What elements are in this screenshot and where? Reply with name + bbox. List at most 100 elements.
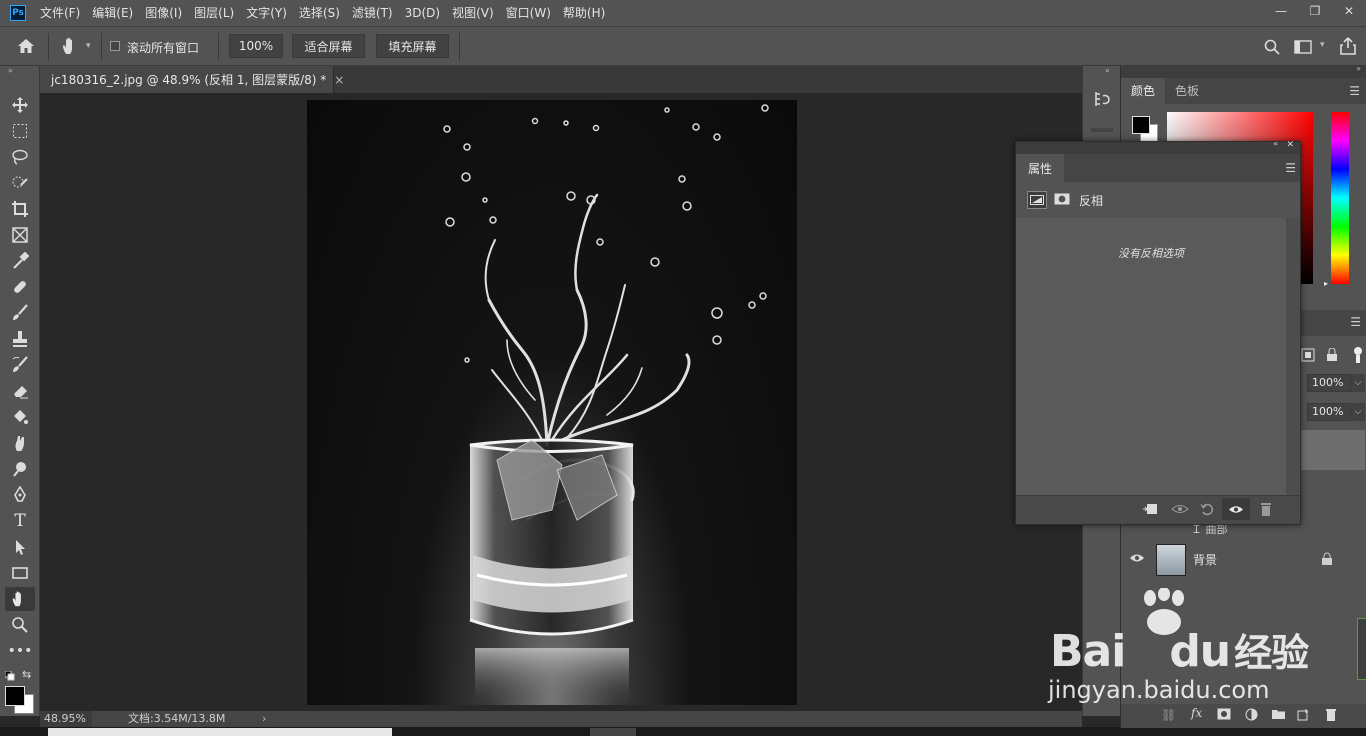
restore-button[interactable]: ❐ [1298, 0, 1332, 22]
menu-edit[interactable]: 编辑(E) [86, 0, 139, 26]
fill-input[interactable]: 100% [1307, 403, 1351, 421]
add-mask-icon[interactable] [1217, 708, 1231, 723]
frame-tool-icon[interactable] [5, 223, 35, 247]
collapse-panels-icon[interactable]: » [1356, 64, 1361, 73]
home-icon[interactable] [16, 37, 36, 58]
new-group-icon[interactable] [1271, 708, 1286, 723]
collapse-dock-icon[interactable]: « [1105, 66, 1110, 75]
more-tools-icon[interactable]: ••• [5, 639, 35, 663]
adjustment-invert-icon[interactable] [1027, 191, 1047, 209]
tab-swatches[interactable]: 色板 [1165, 78, 1209, 104]
properties-scrollbar[interactable] [1286, 218, 1300, 495]
fill-slider-thumb-icon[interactable] [1353, 346, 1363, 367]
tab-properties[interactable]: 属性 [1016, 154, 1064, 182]
history-panel-icon[interactable] [1093, 90, 1111, 111]
chevron-down-icon[interactable]: ▾ [86, 41, 91, 51]
hand-tool-preset-icon[interactable] [60, 36, 82, 59]
zoom-level-field[interactable]: 48.95% [40, 711, 92, 727]
menu-image[interactable]: 图像(I) [139, 0, 188, 26]
clip-to-layer-icon[interactable] [1142, 503, 1158, 518]
layer-style-fx-icon[interactable]: fx [1191, 706, 1202, 720]
new-layer-icon[interactable] [1297, 708, 1310, 724]
menu-filter[interactable]: 滤镜(T) [346, 0, 399, 26]
pen-tool-icon[interactable] [5, 483, 35, 507]
lasso-tool-icon[interactable] [5, 145, 35, 169]
rectangle-tool-icon[interactable] [5, 561, 35, 585]
hand-tool-icon[interactable] [5, 587, 35, 611]
fill-dropdown-icon[interactable]: ⌵ [1351, 403, 1365, 421]
collapse-toolbar-icon[interactable]: » [8, 66, 13, 75]
quick-selection-tool-icon[interactable] [5, 171, 35, 195]
layer-mask-icon[interactable] [1054, 193, 1070, 208]
reset-adjustment-icon[interactable] [1200, 502, 1214, 519]
menu-layer[interactable]: 图层(L) [188, 0, 240, 26]
tab-color[interactable]: 颜色 [1121, 78, 1166, 104]
hue-slider[interactable] [1331, 112, 1349, 284]
crop-tool-icon[interactable] [5, 197, 35, 221]
zoom-tool-icon[interactable] [5, 613, 35, 637]
delete-adjustment-icon[interactable] [1260, 502, 1272, 519]
eyedropper-tool-icon[interactable] [5, 249, 35, 273]
properties-footer [1016, 495, 1300, 524]
minimize-button[interactable]: — [1264, 0, 1298, 22]
status-menu-arrow-icon[interactable]: › [262, 711, 266, 727]
workspace-icon[interactable] [1294, 40, 1312, 57]
stamp-tool-icon[interactable] [5, 327, 35, 351]
properties-menu-icon[interactable]: ☰ [1285, 161, 1296, 175]
lock-layer-icon[interactable] [1325, 347, 1339, 365]
link-layers-icon[interactable]: ⛓ [1161, 708, 1176, 722]
view-previous-state-icon[interactable] [1171, 503, 1189, 518]
menu-window[interactable]: 窗口(W) [500, 0, 557, 26]
hue-slider-handle-icon[interactable]: ▸ [1324, 279, 1328, 288]
move-tool-icon[interactable] [5, 93, 35, 117]
layer-row-background[interactable]: 背景 [1121, 541, 1366, 577]
selected-layer-row[interactable] [1301, 430, 1365, 470]
color-panel-menu-icon[interactable]: ☰ [1349, 84, 1360, 98]
menu-view[interactable]: 视图(V) [446, 0, 500, 26]
document-tab[interactable]: jc180316_2.jpg @ 48.9% (反相 1, 图层蒙版/8) * … [40, 66, 344, 93]
path-selection-tool-icon[interactable] [5, 535, 35, 559]
canvas-area[interactable] [40, 93, 1082, 711]
opacity-input[interactable]: 100% [1307, 374, 1351, 392]
zoom-100-button[interactable]: 100% [229, 34, 283, 58]
swap-colors-icon[interactable]: ⇆ [22, 668, 31, 681]
workspace-chevron-icon[interactable]: ▾ [1320, 40, 1325, 50]
menu-select[interactable]: 选择(S) [293, 0, 346, 26]
search-icon[interactable] [1264, 39, 1280, 58]
close-tab-icon[interactable]: × [334, 73, 344, 87]
toggle-visibility-icon[interactable] [1222, 498, 1250, 520]
lock-artboard-icon[interactable] [1301, 348, 1315, 365]
opacity-dropdown-icon[interactable]: ⌵ [1351, 374, 1365, 392]
marquee-tool-icon[interactable] [5, 119, 35, 143]
layers-panel-menu-icon[interactable]: ☰ [1350, 315, 1361, 329]
smudge-tool-icon[interactable] [5, 431, 35, 455]
close-window-button[interactable]: ✕ [1332, 0, 1366, 22]
dodge-tool-icon[interactable] [5, 457, 35, 481]
delete-layer-icon[interactable] [1325, 708, 1337, 724]
type-tool-icon[interactable]: T [5, 509, 35, 533]
properties-panel-titlebar[interactable]: « ✕ [1016, 139, 1300, 154]
photoshop-logo-icon[interactable]: Ps [10, 5, 26, 21]
fit-screen-button[interactable]: 适合屏幕 [292, 34, 365, 58]
paint-bucket-tool-icon[interactable] [5, 405, 35, 429]
close-properties-icon[interactable]: ✕ [1286, 140, 1294, 150]
menu-type[interactable]: 文字(Y) [240, 0, 293, 26]
menu-3d[interactable]: 3D(D) [399, 0, 446, 26]
share-icon[interactable] [1340, 37, 1356, 58]
eraser-tool-icon[interactable] [5, 379, 35, 403]
brush-tool-icon[interactable] [5, 301, 35, 325]
menu-help[interactable]: 帮助(H) [557, 0, 611, 26]
fill-screen-button[interactable]: 填充屏幕 [376, 34, 449, 58]
properties-panel[interactable]: « ✕ 属性 ☰ 反相 没有反相选项 [1015, 139, 1301, 525]
foreground-color-swatch[interactable] [5, 686, 25, 706]
healing-brush-tool-icon[interactable] [5, 275, 35, 299]
scroll-all-windows-checkbox[interactable] [110, 41, 120, 51]
layer-visibility-eye-icon[interactable] [1129, 552, 1145, 567]
document-canvas[interactable] [307, 100, 797, 705]
menu-file[interactable]: 文件(F) [34, 0, 86, 26]
collapse-properties-icon[interactable]: « [1273, 139, 1278, 148]
adjustment-layer-icon[interactable] [1245, 708, 1258, 724]
default-colors-icon[interactable] [4, 670, 15, 684]
color-panel-foreground-swatch[interactable] [1132, 116, 1150, 134]
history-brush-tool-icon[interactable] [5, 353, 35, 377]
